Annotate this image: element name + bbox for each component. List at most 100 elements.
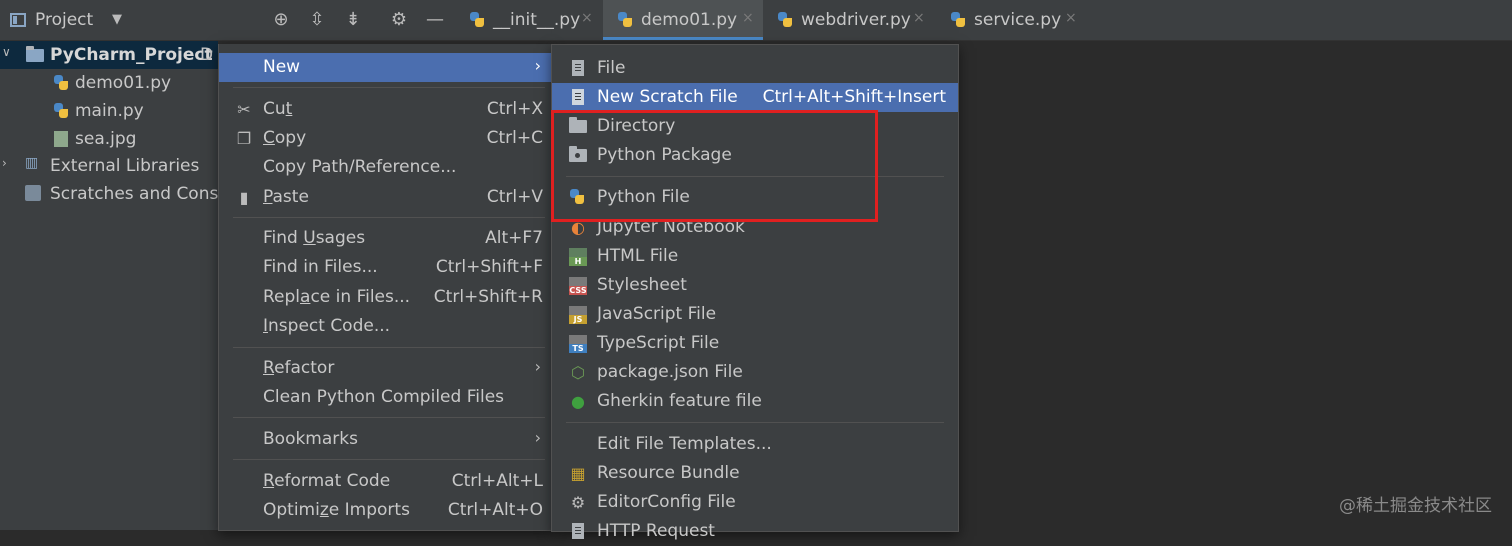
menu-item-inspect-code[interactable]: Inspect Code... [219,312,551,341]
python-file-icon [53,103,69,119]
chevron-right-icon: › [534,357,541,376]
menu-item-find-usages[interactable]: Find Usages Alt+F7 [219,224,551,253]
menu-item-shortcut: Ctrl+Alt+O [447,500,543,520]
submenu-item-label: EditorConfig File [597,492,736,512]
minimize-icon[interactable]: — [424,9,446,31]
cucumber-icon: ● [571,392,585,411]
menu-item-shortcut: Ctrl+Shift+R [433,287,543,307]
submenu-item-new-scratch-file[interactable]: New Scratch File Ctrl+Alt+Shift+Insert [552,83,958,112]
file-icon [569,60,587,78]
html-icon: H [569,248,587,266]
menu-item-shortcut: Ctrl+X [486,99,543,119]
menu-item-paste[interactable]: ▮ Paste Ctrl+V [219,183,551,212]
menu-item-label: Find in Files... [263,257,378,277]
submenu-item-package-json[interactable]: ⬡ package.json File [552,358,958,387]
menu-item-shortcut: Ctrl+Alt+L [451,471,543,491]
project-panel-title[interactable]: Project [35,10,93,30]
submenu-item-resource-bundle[interactable]: ▦ Resource Bundle [552,459,958,488]
tree-item-main[interactable]: main.py [0,97,218,125]
menu-item-clean-compiled[interactable]: Clean Python Compiled Files [219,383,551,412]
menu-separator [233,417,545,418]
menu-item-label: Paste [263,187,309,207]
close-icon[interactable]: × [1065,10,1077,26]
top-bar: Project ▼ ⊕ ⇳ ⇟ ⚙ — __init__.py × demo01… [0,0,1512,41]
submenu-item-label: Edit File Templates... [597,434,772,454]
menu-separator [233,347,545,348]
clipboard-icon: ▮ [239,188,249,207]
tab-service-py[interactable]: service.py × [936,0,1088,40]
tab-demo01-py[interactable]: demo01.py × [603,0,763,40]
submenu-item-gherkin[interactable]: ● Gherkin feature file [552,387,958,416]
menu-item-new[interactable]: New › [219,53,551,82]
menu-item-reformat-code[interactable]: Reformat Code Ctrl+Alt+L [219,467,551,496]
submenu-item-edit-templates[interactable]: Edit File Templates... [552,430,958,459]
python-file-icon [469,12,485,28]
submenu-item-stylesheet[interactable]: CSS Stylesheet [552,271,958,300]
menu-separator [233,459,545,460]
project-window-icon [10,13,26,27]
gear-icon: ⚙ [570,493,586,512]
python-file-icon [53,75,69,91]
menu-item-shortcut: Ctrl+C [486,128,543,148]
tab-init-py[interactable]: __init__.py × [455,0,603,40]
menu-item-shortcut: Ctrl+V [486,187,543,207]
menu-item-label: Clean Python Compiled Files [263,387,505,407]
menu-item-copy-path[interactable]: Copy Path/Reference... [219,153,551,182]
menu-item-label: Replace in Files... [263,287,411,307]
menu-item-label: Refactor [263,358,335,378]
chevron-down-icon[interactable]: ∨ [2,45,11,59]
menu-item-find-in-files[interactable]: Find in Files... Ctrl+Shift+F [219,253,551,282]
tab-webdriver-py[interactable]: webdriver.py × [763,0,936,40]
menu-separator [233,87,545,88]
submenu-item-label: File [597,58,626,78]
submenu-item-label: Resource Bundle [597,463,740,483]
menu-item-label: Bookmarks [263,429,358,449]
tree-root-pycharm-project[interactable]: ∨ PyCharm_Project D [0,41,218,69]
tab-label: service.py [974,10,1062,30]
tree-item-scratches[interactable]: Scratches and Conso [0,180,218,208]
menu-item-optimize-imports[interactable]: Optimize Imports Ctrl+Alt+O [219,496,551,525]
expand-all-icon[interactable]: ⇳ [306,9,328,31]
python-file-icon [950,12,966,28]
submenu-item-label: Gherkin feature file [597,391,762,411]
tree-item-demo01[interactable]: demo01.py [0,69,218,97]
copy-icon: ❐ [236,129,252,148]
menu-item-cut[interactable]: ✂ Cut Ctrl+X [219,95,551,124]
submenu-item-label: Stylesheet [597,275,687,295]
tree-item-label: sea.jpg [75,129,137,149]
submenu-item-html-file[interactable]: H HTML File [552,242,958,271]
close-icon[interactable]: × [913,10,925,26]
menu-item-copy[interactable]: ❐ Copy Ctrl+C [219,124,551,153]
menu-item-label: Inspect Code... [263,316,391,336]
submenu-item-file[interactable]: File [552,54,958,83]
chevron-down-icon[interactable]: ▼ [112,12,122,27]
menu-item-label: Reformat Code [263,471,391,491]
close-icon[interactable]: × [742,10,754,26]
resource-bundle-icon: ▦ [570,464,586,483]
tree-item-sea-jpg[interactable]: sea.jpg [0,125,218,153]
submenu-item-http-request[interactable]: HTTP Request [552,517,958,546]
submenu-item-typescript-file[interactable]: TS TypeScript File [552,329,958,358]
chevron-right-icon[interactable]: › [2,156,7,170]
locate-icon[interactable]: ⊕ [270,9,292,31]
chevron-right-icon: › [534,56,541,75]
project-tool-window-header: Project ▼ ⊕ ⇳ ⇟ ⚙ — [0,0,455,40]
menu-item-bookmarks[interactable]: Bookmarks › [219,425,551,454]
menu-item-replace-in-files[interactable]: Replace in Files... Ctrl+Shift+R [219,283,551,312]
tree-root-label: PyCharm_Project [50,45,213,65]
scissors-icon: ✂ [237,100,251,119]
submenu-item-label: HTML File [597,246,679,266]
menu-item-label: Find Usages [263,228,366,248]
context-menu: New › ✂ Cut Ctrl+X ❐ Copy Ctrl+C Copy Pa… [218,44,552,531]
collapse-all-icon[interactable]: ⇟ [342,9,364,31]
typescript-icon: TS [569,335,587,353]
menu-item-refactor[interactable]: Refactor › [219,354,551,383]
tree-item-external-libraries[interactable]: › ▥ External Libraries [0,152,218,180]
submenu-item-javascript-file[interactable]: JS JavaScript File [552,300,958,329]
menu-item-label: Optimize Imports [263,500,410,520]
menu-item-label: Copy [263,128,307,148]
gear-icon[interactable]: ⚙ [388,9,410,31]
close-icon[interactable]: × [581,10,593,26]
submenu-item-editorconfig[interactable]: ⚙ EditorConfig File [552,488,958,517]
submenu-item-label: JavaScript File [597,304,717,324]
